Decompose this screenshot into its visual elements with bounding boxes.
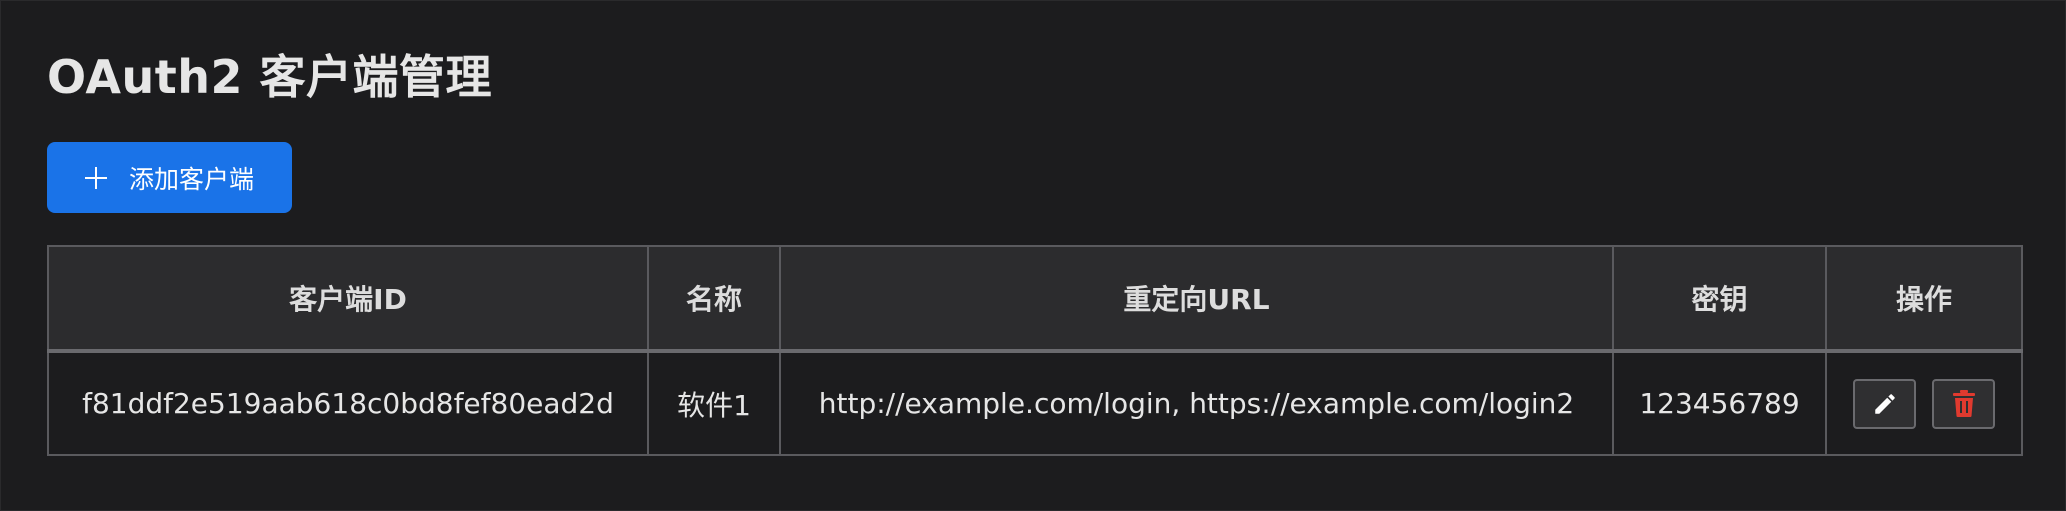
- column-header-client-id: 客户端ID: [47, 245, 649, 353]
- table-header-row: 客户端ID 名称 重定向URL 密钥 操作: [47, 245, 2023, 353]
- column-header-secret: 密钥: [1612, 245, 1827, 353]
- add-client-button[interactable]: 添加客户端: [47, 142, 292, 213]
- clients-table: 客户端ID 名称 重定向URL 密钥 操作 f81ddf2e519aab618c…: [47, 245, 2023, 456]
- page-title: OAuth2 客户端管理: [47, 50, 492, 104]
- column-header-actions: 操作: [1825, 245, 2023, 353]
- table-row: f81ddf2e519aab618c0bd8fef80ead2d 软件1 htt…: [47, 350, 2023, 456]
- edit-button[interactable]: [1853, 378, 1916, 429]
- column-header-name: 名称: [647, 245, 781, 353]
- edit-icon: [1874, 393, 1895, 414]
- add-client-label: 添加客户端: [128, 164, 254, 194]
- cell-name: 软件1: [647, 350, 781, 456]
- cell-actions: [1825, 350, 2023, 456]
- plus-icon: [84, 166, 107, 189]
- cell-client-id: f81ddf2e519aab618c0bd8fef80ead2d: [47, 350, 649, 456]
- cell-redirect-url: http://example.com/login, https://exampl…: [779, 350, 1614, 456]
- delete-button[interactable]: [1932, 378, 1995, 429]
- column-header-redirect-url: 重定向URL: [779, 245, 1614, 353]
- row-actions: [1828, 378, 2020, 429]
- delete-icon: [1952, 390, 1975, 417]
- cell-secret: 123456789: [1612, 350, 1827, 456]
